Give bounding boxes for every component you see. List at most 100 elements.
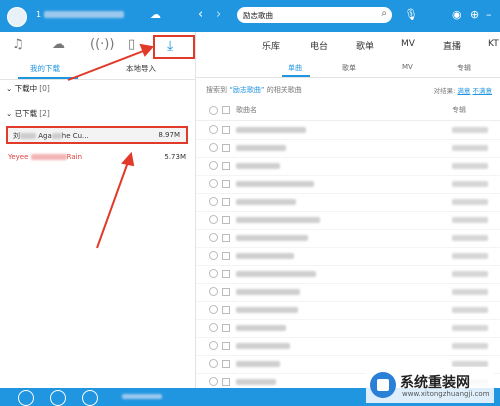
song-checkbox[interactable] — [222, 252, 230, 260]
download-file-row[interactable]: 刘 Aga he Cu... 8.97M — [6, 126, 188, 144]
main-nav: 乐库 电台 歌单 MV 直播 KT — [196, 32, 500, 58]
cloud-outline-icon[interactable]: ☁ — [52, 37, 65, 52]
song-row[interactable] — [196, 319, 500, 338]
song-checkbox[interactable] — [222, 270, 230, 278]
feedback-label: 对结果: — [433, 87, 456, 95]
nav-mv[interactable]: MV — [401, 39, 415, 49]
radio-icon[interactable]: ((·)) — [90, 37, 114, 52]
nav-ktv[interactable]: KT — [488, 39, 499, 49]
song-checkbox[interactable] — [222, 144, 230, 152]
song-row[interactable] — [196, 121, 500, 140]
downloading-section[interactable]: ⌄ 下载中 [0] — [6, 83, 50, 94]
blurred-song-title — [236, 199, 296, 205]
menu-icon[interactable]: ⊕ — [470, 8, 479, 21]
song-checkbox[interactable] — [222, 288, 230, 296]
song-checkbox[interactable] — [222, 324, 230, 332]
song-status-icon — [209, 341, 218, 350]
song-checkbox[interactable] — [222, 306, 230, 314]
next-button[interactable] — [82, 390, 98, 406]
result-feedback: 对结果: 满意 不满意 — [434, 85, 492, 95]
blurred-album — [452, 145, 488, 151]
song-row[interactable] — [196, 211, 500, 230]
avatar[interactable] — [7, 7, 27, 27]
nav-library[interactable]: 乐库 — [262, 39, 280, 52]
song-status-icon — [209, 179, 218, 188]
sidebar-icon-row: ♫ ☁ ((·)) ▯ ⤓ — [0, 32, 195, 59]
song-row[interactable] — [196, 301, 500, 320]
select-all-checkbox[interactable] — [222, 106, 230, 114]
file-name: Yeyee Rain — [8, 153, 82, 161]
device-icon[interactable]: ▯ — [128, 37, 135, 52]
play-button[interactable] — [50, 390, 66, 406]
search-icon[interactable]: ⌕ — [381, 8, 387, 19]
song-status-icon — [209, 269, 218, 278]
minimize-icon[interactable]: – — [486, 8, 492, 21]
song-checkbox[interactable] — [222, 360, 230, 368]
song-checkbox[interactable] — [222, 234, 230, 242]
user-name[interactable]: 1 — [36, 10, 125, 19]
song-row[interactable] — [196, 265, 500, 284]
song-row[interactable] — [196, 157, 500, 176]
song-row[interactable] — [196, 247, 500, 266]
blurred-text — [30, 154, 67, 160]
column-album[interactable]: 专辑 — [452, 105, 466, 115]
downloaded-section[interactable]: ⌄ 已下载 [2] — [6, 108, 50, 119]
blurred-song-title — [236, 343, 290, 349]
now-playing-title — [122, 394, 162, 399]
prev-button[interactable] — [18, 390, 34, 406]
feedback-satisfied-link[interactable]: 满意 — [457, 87, 470, 95]
song-checkbox[interactable] — [222, 198, 230, 206]
song-row[interactable] — [196, 283, 500, 302]
song-status-icon — [209, 233, 218, 242]
blurred-text — [20, 133, 36, 139]
file-name-start: 刘 — [13, 132, 20, 140]
column-song-name[interactable]: 歌曲名 — [236, 105, 257, 115]
song-checkbox[interactable] — [222, 180, 230, 188]
song-status-icon — [209, 287, 218, 296]
song-row[interactable] — [196, 175, 500, 194]
nav-playlists[interactable]: 歌单 — [356, 39, 374, 52]
tab-local-import[interactable]: 本地导入 — [126, 63, 156, 74]
tab-my-downloads[interactable]: 我的下载 — [30, 63, 60, 74]
subnav-playlists[interactable]: 歌单 — [342, 63, 356, 73]
cloud-icon[interactable]: ☁ — [150, 8, 161, 21]
download-file-row[interactable]: Yeyee Rain 5.73M — [6, 150, 188, 168]
info-suffix: 的相关歌曲 — [266, 86, 302, 94]
blurred-text — [51, 133, 62, 139]
song-row[interactable] — [196, 229, 500, 248]
song-checkbox[interactable] — [222, 216, 230, 224]
file-size: 8.97M — [158, 131, 180, 139]
main-panel: 乐库 电台 歌单 MV 直播 KT 单曲 歌单 MV 专辑 搜索到 “励志歌曲”… — [196, 32, 500, 392]
song-checkbox[interactable] — [222, 342, 230, 350]
song-row[interactable] — [196, 337, 500, 356]
subnav-mv[interactable]: MV — [402, 63, 413, 71]
search-input[interactable]: 励志歌曲 — [243, 10, 273, 21]
nav-radio[interactable]: 电台 — [310, 39, 328, 52]
info-keyword: “励志歌曲” — [229, 86, 265, 94]
song-row[interactable] — [196, 139, 500, 158]
song-checkbox[interactable] — [222, 126, 230, 134]
user-name-prefix: 1 — [36, 10, 42, 19]
forward-icon[interactable]: › — [216, 7, 221, 22]
blurred-song-title — [236, 127, 306, 133]
subnav-songs[interactable]: 单曲 — [288, 63, 302, 73]
feedback-unsatisfied-link[interactable]: 不满意 — [473, 87, 493, 95]
song-row[interactable] — [196, 193, 500, 212]
back-icon[interactable]: ‹ — [198, 7, 203, 22]
nav-live[interactable]: 直播 — [443, 39, 461, 52]
subnav-albums[interactable]: 专辑 — [457, 63, 471, 73]
song-checkbox[interactable] — [222, 378, 230, 386]
music-note-icon[interactable]: ♫ — [12, 37, 24, 52]
mic-icon[interactable]: 🎙 — [404, 8, 418, 21]
blurred-album — [452, 307, 488, 313]
file-name-start: Yeyee — [8, 153, 29, 161]
info-prefix: 搜索到 — [206, 86, 227, 94]
watermark-text: 系统重装网 — [400, 375, 470, 391]
settings-icon[interactable]: ◉ — [452, 8, 462, 21]
downloaded-count: [2] — [39, 109, 50, 118]
song-status-icon — [209, 251, 218, 260]
song-checkbox[interactable] — [222, 162, 230, 170]
select-all-icon[interactable] — [209, 106, 218, 115]
download-icon[interactable]: ⤓ — [167, 38, 173, 54]
search-box[interactable]: 励志歌曲 ⌕ — [237, 7, 392, 23]
